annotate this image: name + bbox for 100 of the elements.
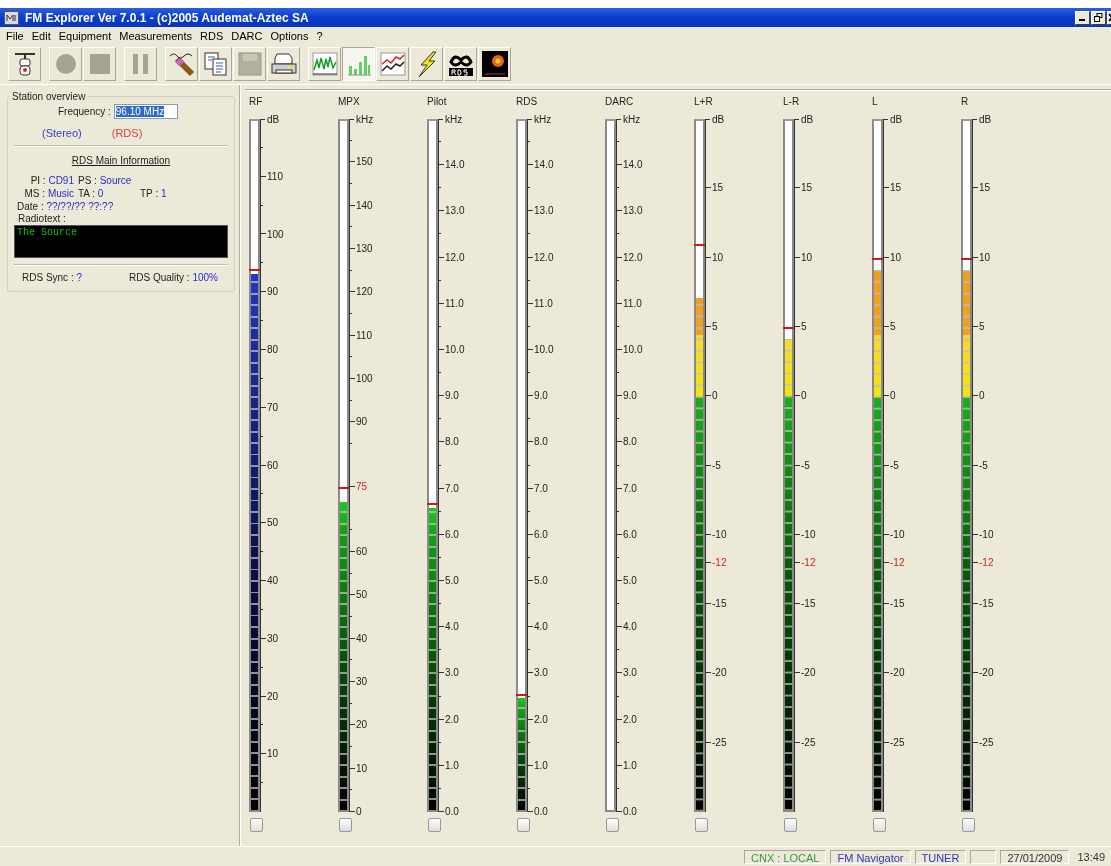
limit-label: -12 <box>712 557 727 568</box>
limit-label: -12 <box>890 557 905 568</box>
scale-label: 10 <box>890 252 902 263</box>
scale-label: -10 <box>712 529 727 540</box>
scale-label: -15 <box>979 599 994 610</box>
scale-label: 9.0 <box>534 391 548 402</box>
scale-label: 0 <box>979 391 985 402</box>
scale-label: 2.0 <box>445 714 459 725</box>
checkbox[interactable] <box>606 818 619 832</box>
checkbox[interactable] <box>784 818 797 832</box>
scale-label: -10 <box>890 529 905 540</box>
status-text: 27/01/2009 <box>1000 849 1070 864</box>
scale-label: 110 <box>267 171 283 182</box>
scale-label: -5 <box>979 460 988 471</box>
scale-label: 11.0 <box>534 298 553 309</box>
scale-label: -20 <box>890 668 905 679</box>
probe-button[interactable] <box>165 47 198 81</box>
frequency-field[interactable]: 96.10 MHz <box>113 104 178 119</box>
scale-label: 15 <box>801 183 813 194</box>
field-text: RDS Sync : ? <box>22 272 83 283</box>
menu-item[interactable]: Equipment <box>54 29 116 42</box>
scale-label: 5 <box>890 321 896 332</box>
scale-label: 5 <box>979 321 985 332</box>
scale-label: 4.0 <box>534 622 548 633</box>
meter-label: Pilot <box>427 96 448 109</box>
scale-label: 10 <box>267 749 279 760</box>
meter-label: L-R <box>783 96 801 109</box>
lightning-button[interactable] <box>410 47 443 81</box>
scale-label: -20 <box>801 668 816 679</box>
scale-label: 100 <box>267 229 284 240</box>
scale-label: 120 <box>356 287 373 298</box>
scale-label: 9.0 <box>623 391 637 402</box>
checkbox[interactable] <box>873 818 886 832</box>
section-title: RDS Main Information <box>70 155 172 166</box>
scale-label: 50 <box>356 590 368 601</box>
scale-label: 0 <box>801 391 807 402</box>
restore-button[interactable] <box>1091 10 1106 25</box>
scale-label: 40 <box>356 633 368 644</box>
spectrum-graph-button[interactable] <box>308 47 341 81</box>
checkbox[interactable] <box>517 818 530 832</box>
menu-item[interactable]: Options <box>266 29 313 42</box>
scale-label: -5 <box>890 460 899 471</box>
scale-label: 0 <box>712 391 718 402</box>
scale-label: 12.0 <box>623 252 643 263</box>
scale-label: 15 <box>890 183 902 194</box>
menu-item[interactable]: Edit <box>27 29 55 42</box>
scale-label: 12.0 <box>534 252 554 263</box>
menu-item[interactable]: DARC <box>227 29 267 42</box>
scale-label: 6.0 <box>445 529 459 540</box>
scale-label: 70 <box>267 402 279 413</box>
menu-item[interactable]: RDS <box>196 29 228 42</box>
checkbox[interactable] <box>962 818 975 832</box>
status-panel <box>970 849 997 864</box>
status-text: FM Navigator <box>830 849 911 864</box>
scale-label: -5 <box>801 460 810 471</box>
rds-logo-button[interactable] <box>444 47 477 81</box>
scale-label: -25 <box>712 737 727 748</box>
scale-label: 14.0 <box>623 160 643 171</box>
scale-label: 150 <box>356 157 373 168</box>
scale-label: 6.0 <box>534 529 548 540</box>
tuner-button[interactable] <box>8 47 41 81</box>
scale-label: 20 <box>267 691 279 702</box>
field-text: TA : 0 <box>78 187 105 200</box>
scale-label: 10.0 <box>445 345 465 355</box>
unit-label: kHz <box>356 115 374 125</box>
scale-label: 5.0 <box>623 576 637 586</box>
documents-button[interactable] <box>199 47 232 81</box>
unit-label: dB <box>712 115 725 125</box>
window-title: FM Explorer Ver 7.0.1 - (c)2005 Audemat-Aztec SA <box>25 10 310 25</box>
minimize-button[interactable] <box>1075 10 1090 25</box>
menu-item[interactable]: Measurements <box>115 29 197 42</box>
field-text: TP : 1 <box>140 187 168 200</box>
checkbox[interactable] <box>339 818 352 832</box>
meter-label: MPX <box>338 96 361 109</box>
printer-button[interactable] <box>267 47 300 81</box>
line-graph-button[interactable] <box>376 47 409 81</box>
meter-label: RDS <box>516 96 539 109</box>
menu-item[interactable]: ? <box>312 29 327 42</box>
darc-logo-button[interactable] <box>478 47 511 81</box>
scale-label: -25 <box>890 737 905 748</box>
scale-label: 130 <box>356 243 373 254</box>
scale-label: 1.0 <box>445 760 459 771</box>
checkbox[interactable] <box>428 818 441 832</box>
scale-label: 30 <box>356 677 368 688</box>
status-text: 13:49 <box>1076 849 1106 864</box>
scale-label: -15 <box>801 599 816 610</box>
scale-label: 2.0 <box>534 714 548 725</box>
scale-label: 5.0 <box>534 576 548 586</box>
status-text: TUNER <box>914 849 967 864</box>
checkbox[interactable] <box>695 818 708 832</box>
field-text: MS : Music <box>23 187 75 200</box>
checkbox[interactable] <box>250 818 263 832</box>
scale-label: 10 <box>712 252 724 263</box>
scale-label: 3.0 <box>623 668 637 679</box>
menu-item[interactable]: File <box>2 29 28 42</box>
scale-label: 6.0 <box>623 529 637 540</box>
scale-label: 110 <box>356 330 372 341</box>
scale-label: 8.0 <box>623 437 637 448</box>
probe-icon <box>167 50 196 78</box>
scale-label: 10.0 <box>623 345 643 355</box>
